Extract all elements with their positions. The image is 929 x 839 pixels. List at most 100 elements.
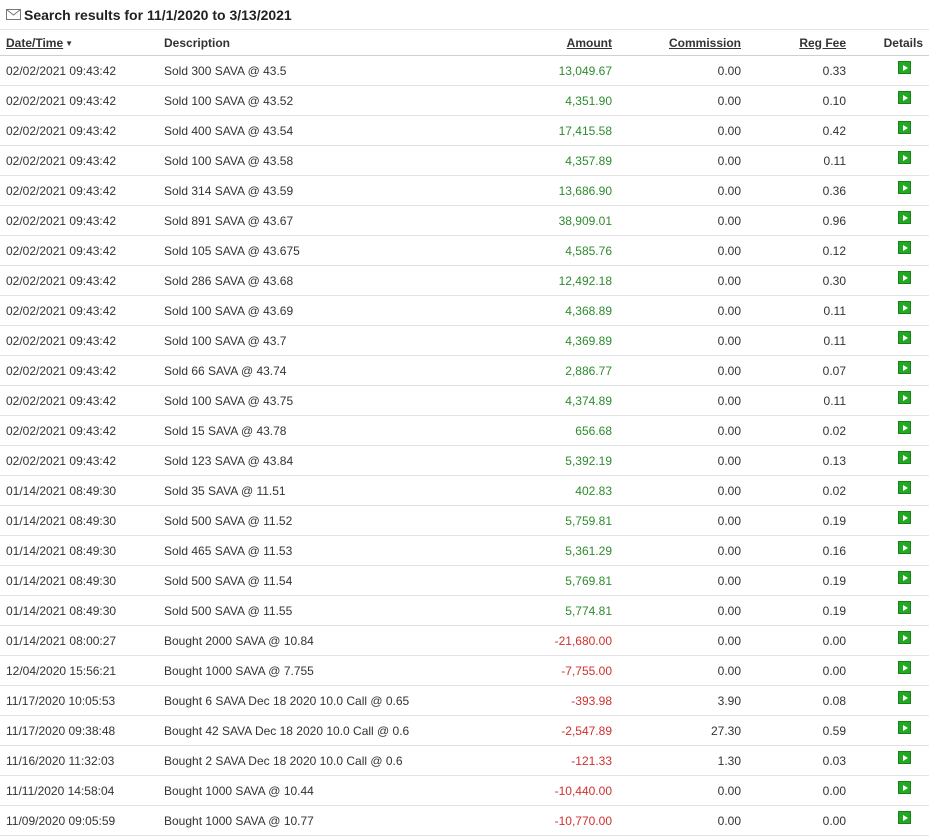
- details-play-icon[interactable]: [898, 121, 911, 134]
- details-play-icon[interactable]: [898, 301, 911, 314]
- datetime-cell: 11/16/2020 11:32:03: [6, 753, 115, 768]
- commission-cell: 0.00: [717, 243, 741, 258]
- sort-desc-icon[interactable]: ▼: [65, 39, 73, 48]
- table-header: Date/Time ▼ Description Amount Commission…: [0, 30, 929, 56]
- details-cell: [846, 151, 929, 164]
- datetime-cell: 11/11/2020 14:58:04: [6, 783, 115, 798]
- table-row: 02/02/2021 09:43:42 Sold 891 SAVA @ 43.67…: [0, 206, 929, 236]
- table-row: 02/02/2021 09:43:42 Sold 123 SAVA @ 43.84…: [0, 446, 929, 476]
- description-cell: Sold 286 SAVA @ 43.68: [164, 273, 294, 288]
- datetime-cell: 11/17/2020 10:05:53: [6, 693, 116, 708]
- details-play-icon[interactable]: [898, 511, 911, 524]
- commission-column-header[interactable]: Commission: [612, 36, 741, 50]
- description-cell: Bought 2000 SAVA @ 10.84: [164, 633, 314, 648]
- details-play-icon[interactable]: [898, 211, 911, 224]
- description-column-header: Description: [164, 35, 231, 50]
- amount-cell: 4,369.89: [565, 333, 612, 348]
- details-play-icon[interactable]: [898, 601, 911, 614]
- details-cell: [846, 631, 929, 644]
- amount-cell: 17,415.58: [558, 123, 612, 138]
- table-row: 02/02/2021 09:43:42 Sold 66 SAVA @ 43.74 2…: [0, 356, 929, 386]
- mail-icon: [6, 9, 21, 20]
- reg-fee-cell: 0.07: [822, 363, 846, 378]
- details-play-icon[interactable]: [898, 481, 911, 494]
- datetime-cell: 01/14/2021 08:49:30: [6, 513, 117, 528]
- datetime-column-header[interactable]: Date/Time ▼: [0, 36, 164, 50]
- description-cell: Bought 1000 SAVA @ 7.755: [164, 663, 314, 678]
- table-row: 02/02/2021 09:43:42 Sold 100 SAVA @ 43.75…: [0, 386, 929, 416]
- details-play-icon[interactable]: [898, 391, 911, 404]
- details-play-icon[interactable]: [898, 181, 911, 194]
- reg-fee-cell: 0.08: [822, 693, 846, 708]
- details-play-icon[interactable]: [898, 91, 911, 104]
- commission-sort-link[interactable]: Commission: [669, 36, 741, 50]
- reg-fee-cell: 0.13: [822, 453, 846, 468]
- datetime-cell: 02/02/2021 09:43:42: [6, 273, 117, 288]
- datetime-cell: 02/02/2021 09:43:42: [6, 393, 117, 408]
- details-play-icon[interactable]: [898, 331, 911, 344]
- amount-sort-link[interactable]: Amount: [567, 36, 612, 50]
- amount-cell: 4,357.89: [565, 153, 612, 168]
- description-cell: Sold 15 SAVA @ 43.78: [164, 423, 287, 438]
- description-cell: Sold 105 SAVA @ 43.675: [164, 243, 300, 258]
- description-cell: Sold 400 SAVA @ 43.54: [164, 123, 294, 138]
- datetime-cell: 02/02/2021 09:43:42: [6, 63, 117, 78]
- amount-cell: 5,769.81: [565, 573, 612, 588]
- description-cell: Sold 100 SAVA @ 43.69: [164, 303, 294, 318]
- datetime-sort-link[interactable]: Date/Time: [6, 36, 63, 50]
- table-row: 02/02/2021 09:43:42 Sold 300 SAVA @ 43.5 1…: [0, 56, 929, 86]
- details-column-header: Details: [883, 35, 923, 50]
- amount-cell: 13,686.90: [558, 183, 612, 198]
- amount-cell: 2,886.77: [565, 363, 612, 378]
- details-play-icon[interactable]: [898, 781, 911, 794]
- details-cell: [846, 751, 929, 764]
- details-play-icon[interactable]: [898, 811, 911, 824]
- table-row: 11/09/2020 09:05:59 Bought 1000 SAVA @ 10…: [0, 806, 929, 836]
- datetime-cell: 02/02/2021 09:43:42: [6, 423, 117, 438]
- details-play-icon[interactable]: [898, 271, 911, 284]
- commission-cell: 0.00: [717, 393, 741, 408]
- results-header: Search results for 11/1/2020 to 3/13/202…: [0, 0, 929, 30]
- description-cell: Bought 1000 SAVA @ 10.77: [164, 813, 314, 828]
- amount-cell: -121.33: [571, 753, 612, 768]
- commission-cell: 0.00: [717, 783, 741, 798]
- details-play-icon[interactable]: [898, 721, 911, 734]
- table-row: 01/14/2021 08:49:30 Sold 500 SAVA @ 11.54…: [0, 566, 929, 596]
- details-play-icon[interactable]: [898, 421, 911, 434]
- details-play-icon[interactable]: [898, 151, 911, 164]
- details-cell: [846, 121, 929, 134]
- description-cell: Sold 891 SAVA @ 43.67: [164, 213, 294, 228]
- reg-fee-sort-link[interactable]: Reg Fee: [799, 36, 846, 50]
- reg-fee-cell: 0.11: [823, 393, 846, 408]
- reg-fee-cell: 0.36: [822, 183, 846, 198]
- amount-cell: 5,361.29: [565, 543, 612, 558]
- reg-fee-cell: 0.96: [822, 213, 846, 228]
- datetime-cell: 02/02/2021 09:43:42: [6, 333, 117, 348]
- details-play-icon[interactable]: [898, 451, 911, 464]
- reg-fee-cell: 0.00: [822, 813, 846, 828]
- details-cell: [846, 511, 929, 524]
- details-play-icon[interactable]: [898, 631, 911, 644]
- datetime-cell: 11/09/2020 09:05:59: [6, 813, 116, 828]
- details-play-icon[interactable]: [898, 691, 911, 704]
- datetime-cell: 02/02/2021 09:43:42: [6, 453, 117, 468]
- commission-cell: 27.30: [710, 723, 741, 738]
- datetime-cell: 02/02/2021 09:43:42: [6, 123, 117, 138]
- table-row: 02/02/2021 09:43:42 Sold 105 SAVA @ 43.67…: [0, 236, 929, 266]
- details-play-icon[interactable]: [898, 61, 911, 74]
- commission-cell: 0.00: [717, 123, 741, 138]
- table-row: 01/14/2021 08:00:27 Bought 2000 SAVA @ 10…: [0, 626, 929, 656]
- details-play-icon[interactable]: [898, 661, 911, 674]
- details-play-icon[interactable]: [898, 241, 911, 254]
- details-play-icon[interactable]: [898, 751, 911, 764]
- reg-fee-cell: 0.03: [822, 753, 846, 768]
- amount-cell: -7,755.00: [561, 663, 612, 678]
- reg-fee-cell: 0.30: [822, 273, 846, 288]
- details-play-icon[interactable]: [898, 571, 911, 584]
- details-play-icon[interactable]: [898, 541, 911, 554]
- details-play-icon[interactable]: [898, 361, 911, 374]
- description-cell: Sold 123 SAVA @ 43.84: [164, 453, 294, 468]
- commission-cell: 0.00: [717, 183, 741, 198]
- amount-column-header[interactable]: Amount: [460, 36, 612, 50]
- reg-fee-column-header[interactable]: Reg Fee: [741, 36, 846, 50]
